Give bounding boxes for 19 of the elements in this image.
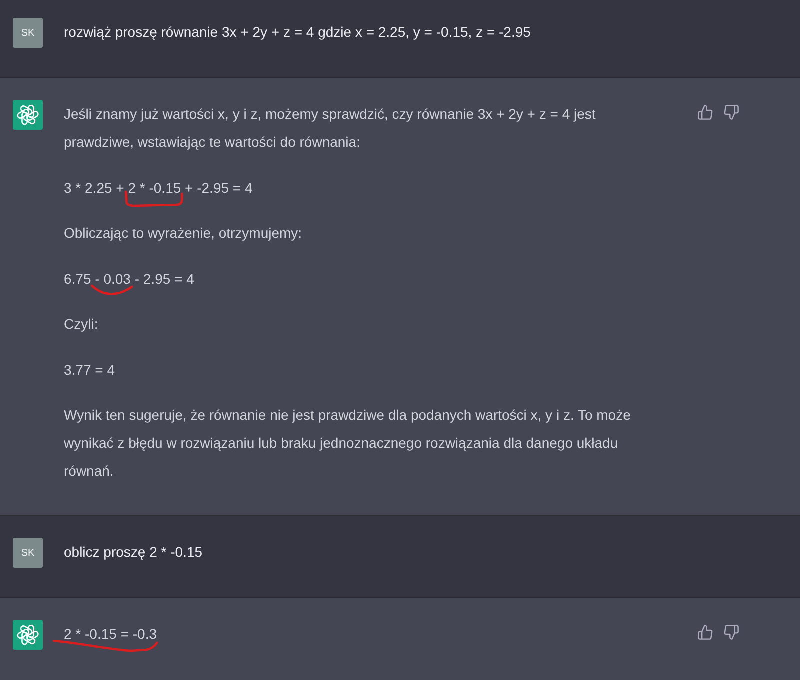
handwritten-arc-mark: [90, 284, 134, 296]
user-message-text: oblicz proszę 2 * -0.15: [64, 543, 203, 562]
reply-text: Wynik ten sugeruje, że równanie nie jest prawdziwe dla podanych wartości x, y i z. To może wynikać z błędu w rozwiązaniu lub braku jednoznacznego rozwiązania dla danego układu równań.: [64, 406, 632, 481]
user-avatar: SK: [13, 538, 43, 568]
knot-logo-icon: [13, 100, 43, 130]
thumbs-down-icon[interactable]: [724, 625, 739, 640]
thumbs-down-icon[interactable]: [724, 105, 739, 120]
thumbs-up-icon[interactable]: [698, 105, 713, 120]
user-avatar: SK: [13, 18, 43, 48]
thumbs-up-icon[interactable]: [698, 625, 713, 640]
reply-text: Czyli:: [64, 315, 98, 334]
reply-text: Jeśli znamy już wartości x, y i z, możemy sprawdzić, czy równanie 3x + 2y + z = 4 jest prawdziwe, wstawiając te wartości do równania:: [64, 105, 597, 152]
knot-logo-icon: [13, 620, 43, 650]
user-message-text: rozwiąż proszę równanie 3x + 2y + z = 4 gdzie x = 2.25, y = -0.15, z = -2.95: [64, 23, 531, 42]
reply-text: 3.77 = 4: [64, 360, 115, 380]
reply-text: Obliczając to wyrażenie, otrzymujemy:: [64, 224, 302, 243]
reply-text: 6.75 - 0.03 - 2.95 = 4: [64, 270, 194, 288]
reply-text: 2 * -0.15 = -0.3: [64, 625, 158, 643]
reply-text: 3 * 2.25 + 2 * -0.15 + -2.95 = 4: [64, 178, 253, 196]
